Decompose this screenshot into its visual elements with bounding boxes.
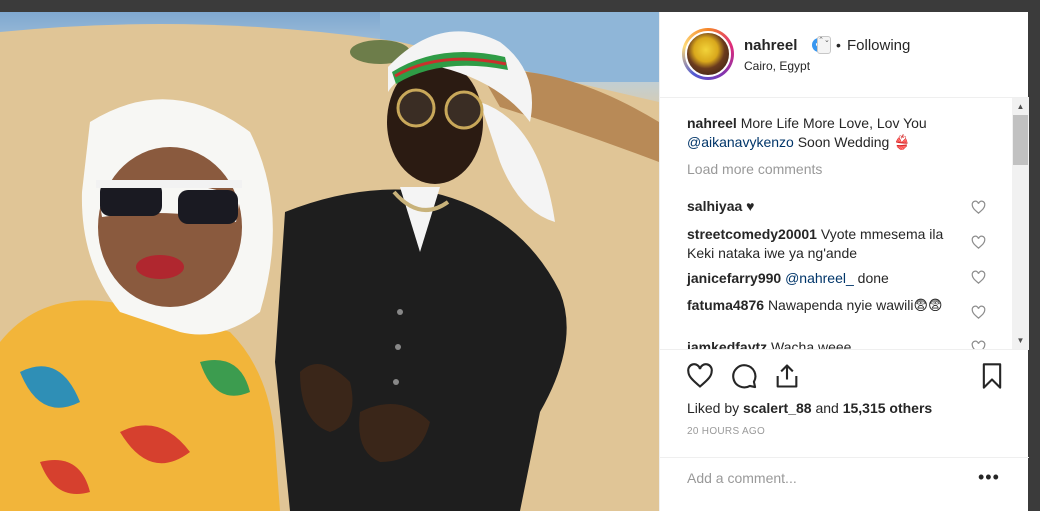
post-header: nahreel ✔ ⌃⌄ • Following Cairo, Egypt: [660, 12, 1029, 98]
comments-list[interactable]: nahreel More Life More Love, Lov You @ai…: [660, 98, 1029, 349]
scroll-down-arrow-icon[interactable]: ▼: [1012, 332, 1029, 349]
heart-icon[interactable]: [686, 362, 714, 390]
avatar-image: [685, 31, 731, 77]
separator-dot: •: [836, 37, 841, 53]
following-button[interactable]: Following: [847, 37, 910, 54]
comment-item: fatuma4876 Nawapenda nyie wawili😨😨: [687, 296, 957, 315]
likes-user[interactable]: scalert_88: [743, 400, 812, 416]
comment-username[interactable]: salhiyaa: [687, 198, 742, 214]
add-comment-input[interactable]: Add a comment...: [687, 470, 797, 486]
comment-icon[interactable]: [730, 362, 758, 390]
comment-mention[interactable]: @nahreel_: [785, 270, 854, 286]
post-photo[interactable]: [0, 12, 659, 511]
comment-username[interactable]: fatuma4876: [687, 297, 764, 313]
add-comment-bar: Add a comment... •••: [660, 457, 1029, 511]
comment-text: ♥: [746, 198, 755, 214]
caption-username[interactable]: nahreel: [687, 115, 737, 131]
post-location[interactable]: Cairo, Egypt: [744, 59, 810, 73]
caption-mention[interactable]: @aikanavykenzo: [687, 134, 794, 150]
avatar[interactable]: [682, 28, 734, 80]
comment-item: janicefarry990 @nahreel_ done: [687, 269, 957, 288]
caption-text-2: Soon Wedding 👙: [797, 134, 911, 150]
likes-middle: and: [815, 400, 839, 416]
bookmark-icon[interactable]: [978, 362, 1006, 390]
comment-item: streetcomedy20001 Vyote mmesema ila Keki…: [687, 225, 957, 263]
suggestions-chevron-icon[interactable]: ⌃⌄: [817, 36, 831, 54]
share-icon[interactable]: [773, 362, 801, 390]
likes-others[interactable]: 15,315 others: [843, 400, 933, 416]
comment-username[interactable]: iamkedfaytz: [687, 339, 767, 349]
comment-text: Nawapenda nyie wawili😨😨: [767, 297, 943, 313]
modal-backdrop-top: [0, 0, 1040, 12]
comment-heart-icon[interactable]: [971, 340, 986, 349]
photo-illustration: [0, 12, 659, 511]
more-options-icon[interactable]: •••: [978, 467, 1000, 488]
comment-heart-icon[interactable]: [971, 305, 986, 320]
caption-text-1: More Life More Love, Lov You: [740, 115, 927, 131]
scroll-up-arrow-icon[interactable]: ▲: [1012, 98, 1029, 115]
comment-heart-icon[interactable]: [971, 270, 986, 285]
comment-heart-icon[interactable]: [971, 235, 986, 250]
comment-heart-icon[interactable]: [971, 200, 986, 215]
modal-backdrop-right: [1028, 0, 1040, 511]
post-username[interactable]: nahreel: [744, 37, 797, 54]
comment-username[interactable]: streetcomedy20001: [687, 226, 817, 242]
post-timestamp[interactable]: 20 HOURS AGO: [687, 426, 765, 437]
load-more-comments-button[interactable]: Load more comments: [687, 161, 822, 177]
likes-summary: Liked by scalert_88 and 15,315 others: [687, 400, 932, 416]
scrollbar-thumb[interactable]: [1013, 115, 1028, 165]
post-caption: nahreel More Life More Love, Lov You @ai…: [687, 114, 987, 152]
likes-prefix: Liked by: [687, 400, 740, 416]
comment-item: salhiyaa ♥: [687, 197, 957, 216]
comment-text: Wacha weee: [771, 339, 852, 349]
post-actions-bar: [660, 349, 1029, 399]
comment-item: iamkedfaytz Wacha weee: [687, 338, 957, 349]
post-details-panel: nahreel ✔ ⌃⌄ • Following Cairo, Egypt na…: [659, 12, 1029, 511]
comment-username[interactable]: janicefarry990: [687, 270, 781, 286]
comment-text: done: [857, 270, 889, 286]
